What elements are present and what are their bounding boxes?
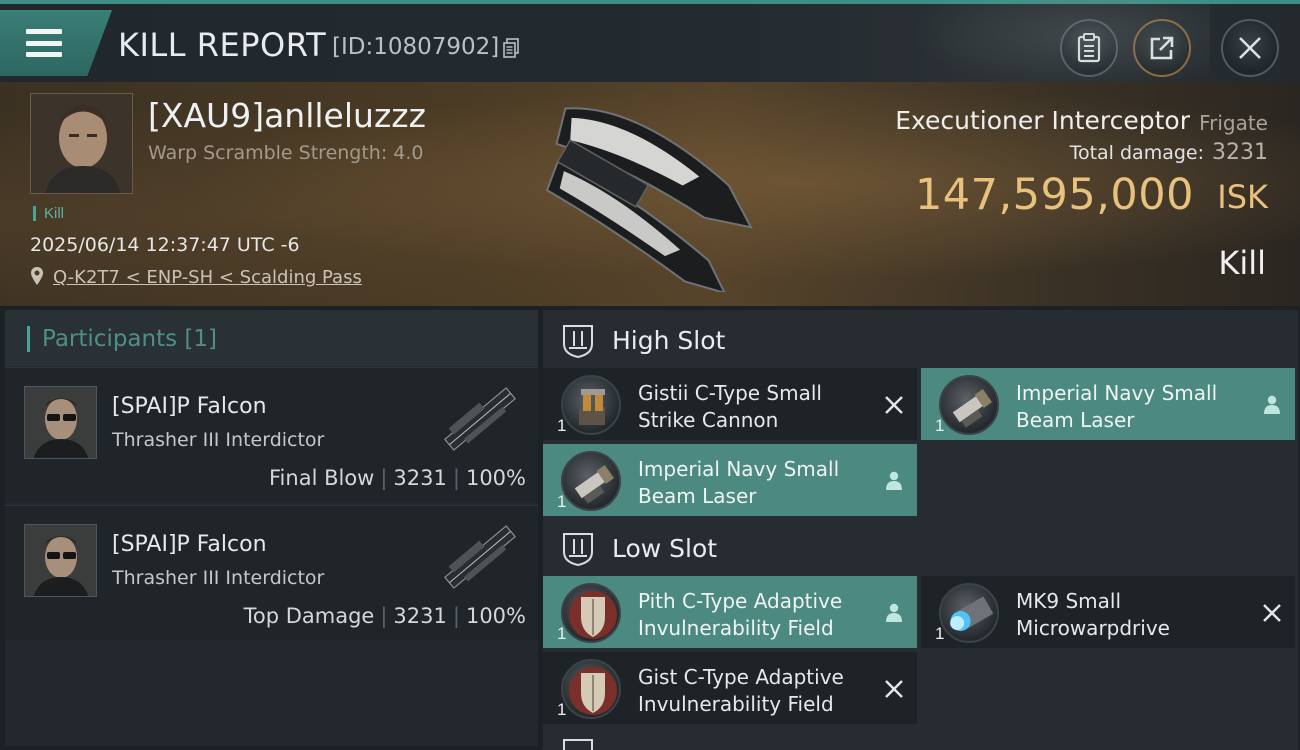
- kill-result: Kill: [1218, 244, 1266, 282]
- module-name: Gist C-Type Adaptive Invulnerability Fie…: [638, 665, 844, 716]
- close-icon: [1239, 37, 1261, 59]
- module-quantity: 1: [935, 416, 945, 435]
- strike-cannon-icon: [561, 375, 621, 435]
- module-name: Imperial Navy Small Beam Laser: [638, 457, 840, 508]
- microwarpdrive-icon: [939, 583, 999, 643]
- module-item[interactable]: 1 Pith C-Type Adaptive Invulnerability F…: [543, 576, 917, 648]
- module-name: Pith C-Type Adaptive Invulnerability Fie…: [638, 589, 843, 640]
- isk-unit: ISK: [1217, 178, 1268, 216]
- menu-button[interactable]: [0, 10, 112, 76]
- clipboard-button[interactable]: [1060, 19, 1118, 77]
- participant-role: Final Blow: [269, 466, 375, 490]
- destroyed-icon: [1263, 604, 1281, 622]
- beam-laser-icon: [939, 375, 999, 435]
- participant-damage: 3231: [393, 466, 447, 490]
- module-name: Imperial Navy Small Beam Laser: [1016, 381, 1218, 432]
- avatar: [24, 386, 97, 459]
- next-slot-icon: [563, 739, 593, 750]
- location-pin-icon: [31, 267, 43, 285]
- victim-portrait[interactable]: [30, 93, 133, 194]
- participant-ship-image: [444, 525, 516, 589]
- pilot-portrait-image: [31, 94, 132, 193]
- victim-ship-image[interactable]: [515, 92, 785, 292]
- avatar: [24, 524, 97, 597]
- participant-ship-image: [444, 387, 516, 451]
- module-item[interactable]: 1 Gistii C-Type Small Strike Cannon: [543, 368, 917, 440]
- share-button[interactable]: [1133, 19, 1191, 77]
- low-slot-icon: [563, 533, 593, 566]
- victim-ship-name[interactable]: Executioner Interceptor: [895, 106, 1190, 135]
- module-item[interactable]: 1 Imperial Navy Small Beam Laser: [921, 368, 1295, 440]
- fitting-panel: High Slot 1 Gistii C-Type Small Strike C…: [543, 310, 1298, 750]
- dropped-icon: [1264, 395, 1280, 414]
- module-name: Gistii C-Type Small Strike Cannon: [638, 381, 822, 432]
- module-quantity: 1: [557, 700, 567, 719]
- copy-icon[interactable]: [503, 38, 519, 58]
- participant-row[interactable]: [SPAI]P Falcon Thrasher III Interdictor …: [5, 505, 538, 640]
- participant-role: Top Damage: [243, 604, 375, 628]
- participant-stats: Final Blow | 3231 | 100%: [269, 466, 526, 490]
- participant-ship: Thrasher III Interdictor: [112, 567, 325, 589]
- share-icon: [1150, 36, 1174, 60]
- shield-module-icon: [561, 583, 621, 643]
- victim-ship-class: Frigate: [1199, 111, 1268, 135]
- top-bar: KILL REPORT [ID:10807902]: [0, 0, 1300, 94]
- victim-name[interactable]: [XAU9]anlleluzzz: [148, 96, 426, 135]
- destroyed-icon: [885, 680, 903, 698]
- participants-panel: Participants [1] [SPAI]P Falcon Thrasher…: [5, 310, 538, 746]
- dropped-icon: [886, 471, 902, 490]
- kill-tag: Kill: [33, 206, 64, 221]
- high-slot-icon: [563, 325, 593, 358]
- participant-name[interactable]: [SPAI]P Falcon: [112, 394, 267, 419]
- module-quantity: 1: [557, 492, 567, 511]
- participant-percent: 100%: [465, 466, 526, 490]
- total-damage-label: Total damage:: [1069, 142, 1204, 164]
- page-title: KILL REPORT: [118, 26, 327, 64]
- participant-name[interactable]: [SPAI]P Falcon: [112, 532, 267, 557]
- low-slot-label: Low Slot: [612, 534, 718, 563]
- module-name: MK9 Small Microwarpdrive: [1016, 589, 1170, 640]
- module-quantity: 1: [935, 624, 945, 643]
- isk-value: 147,595,000: [914, 170, 1194, 220]
- participant-ship: Thrasher III Interdictor: [112, 429, 325, 451]
- dropped-icon: [886, 603, 902, 622]
- kill-datetime: 2025/06/14 12:37:47 UTC -6: [30, 234, 300, 256]
- report-id: [ID:10807902]: [332, 34, 500, 60]
- participant-percent: 100%: [465, 604, 526, 628]
- participants-header: Participants [1]: [5, 310, 538, 366]
- participant-damage: 3231: [393, 604, 447, 628]
- close-button[interactable]: [1221, 19, 1279, 77]
- high-slot-label: High Slot: [612, 326, 726, 355]
- participant-stats: Top Damage | 3231 | 100%: [243, 604, 526, 628]
- module-quantity: 1: [557, 416, 567, 435]
- participant-row[interactable]: [SPAI]P Falcon Thrasher III Interdictor …: [5, 367, 538, 502]
- destroyed-icon: [885, 396, 903, 414]
- module-item[interactable]: 1 Gist C-Type Adaptive Invulnerability F…: [543, 652, 917, 724]
- kill-banner: [XAU9]anlleluzzz Warp Scramble Strength:…: [0, 82, 1300, 306]
- location-link[interactable]: Q-K2T7 < ENP-SH < Scalding Pass: [53, 267, 362, 288]
- high-slot-header: High Slot: [543, 310, 1298, 370]
- shield-module-icon: [561, 659, 621, 719]
- hamburger-icon: [26, 29, 62, 57]
- module-quantity: 1: [557, 624, 567, 643]
- total-damage-value: 3231: [1212, 140, 1268, 165]
- participants-title: Participants [1]: [27, 326, 217, 352]
- clipboard-icon: [1077, 33, 1101, 63]
- low-slot-header: Low Slot: [543, 518, 1298, 578]
- module-item[interactable]: 1 MK9 Small Microwarpdrive: [921, 576, 1295, 648]
- beam-laser-icon: [561, 451, 621, 511]
- module-item[interactable]: 1 Imperial Navy Small Beam Laser: [543, 444, 917, 516]
- warp-scramble-strength: Warp Scramble Strength: 4.0: [148, 142, 424, 164]
